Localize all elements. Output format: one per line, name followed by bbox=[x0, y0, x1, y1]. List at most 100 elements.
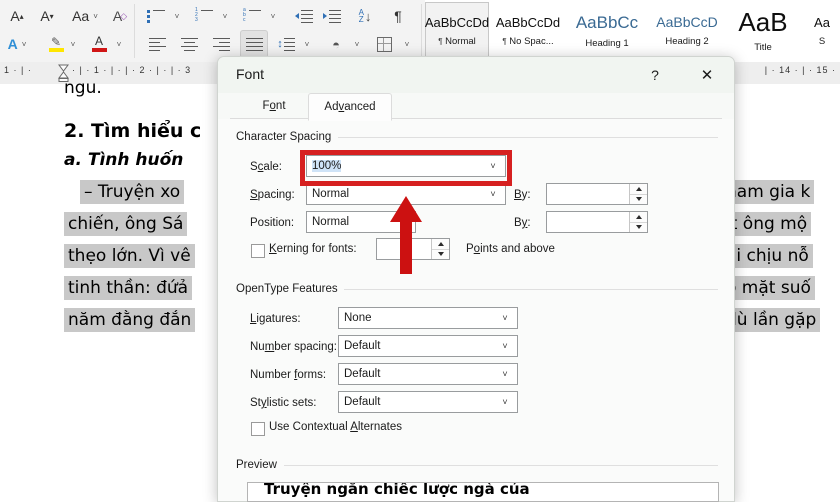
chevron-down-icon[interactable]: ˅ bbox=[493, 397, 517, 407]
dialog-title: Font bbox=[236, 66, 264, 82]
stepper-down-icon[interactable] bbox=[630, 223, 647, 233]
justify-icon[interactable] bbox=[240, 30, 268, 58]
shrink-font-icon[interactable]: A▾ bbox=[34, 3, 60, 29]
ligatures-label: Ligatures: bbox=[250, 313, 301, 325]
spacing-by-input[interactable] bbox=[546, 183, 648, 205]
doc-line-left: – Truyện xo bbox=[80, 180, 184, 204]
stylistic-sets-combo[interactable]: Default ˅ bbox=[338, 391, 518, 413]
position-value: Normal bbox=[307, 216, 391, 228]
kerning-suffix-label: Points and above bbox=[466, 243, 555, 255]
stepper-down-icon[interactable] bbox=[432, 250, 449, 260]
dialog-title-bar[interactable]: Font ? ✕ bbox=[218, 57, 734, 93]
kerning-input[interactable] bbox=[376, 238, 450, 260]
doc-line-right: dù lần gặp bbox=[722, 308, 820, 332]
stylistic-sets-value: Default bbox=[339, 396, 493, 408]
stepper-up-icon[interactable] bbox=[630, 212, 647, 223]
stepper-down-icon[interactable] bbox=[630, 195, 647, 205]
chevron-down-icon[interactable]: ˅ bbox=[493, 369, 517, 379]
ribbon-separator-1 bbox=[134, 4, 135, 58]
decrease-indent-icon[interactable] bbox=[292, 3, 316, 29]
contextual-alternates-checkbox[interactable] bbox=[251, 422, 265, 436]
ribbon-paragraph-group: ˅ 123 ˅ abc ˅ AZ ↓ ¶ bbox=[140, 0, 420, 62]
style-preview: AaB bbox=[738, 9, 787, 35]
word-window: A▴ A▾ Aa˅ A ◇ A ˅ ✎ ˅ A bbox=[0, 0, 840, 500]
ribbon: A▴ A▾ Aa˅ A ◇ A ˅ ✎ ˅ A bbox=[0, 0, 840, 63]
position-by-value bbox=[547, 216, 552, 228]
numbering-icon[interactable]: 123 bbox=[192, 3, 216, 29]
multilevel-list-chevron-icon[interactable]: ˅ bbox=[266, 3, 280, 29]
align-center-icon[interactable] bbox=[176, 31, 202, 57]
shading-chevron-icon[interactable]: ˅ bbox=[350, 31, 364, 57]
text-highlight-chevron-icon[interactable]: ˅ bbox=[66, 31, 80, 57]
numbering-chevron-icon[interactable]: ˅ bbox=[218, 3, 232, 29]
font-color-icon[interactable]: A bbox=[88, 31, 110, 57]
stepper-up-icon[interactable] bbox=[432, 239, 449, 250]
font-color-chevron-icon[interactable]: ˅ bbox=[112, 31, 126, 57]
change-case-icon[interactable]: Aa˅ bbox=[67, 3, 103, 29]
doc-line-left: chiến, ông Sá bbox=[64, 212, 187, 236]
kerning-checkbox[interactable] bbox=[251, 244, 265, 258]
borders-chevron-icon[interactable]: ˅ bbox=[400, 31, 414, 57]
stepper-up-icon[interactable] bbox=[630, 184, 647, 195]
position-by-stepper[interactable] bbox=[629, 212, 647, 232]
change-case-glyph: Aa bbox=[72, 9, 89, 23]
align-right-icon[interactable] bbox=[208, 31, 234, 57]
text-effects-icon[interactable]: A ˅ bbox=[4, 31, 30, 57]
doc-line-right: ải chịu nỗ bbox=[722, 244, 813, 268]
spacing-by-value bbox=[547, 188, 552, 200]
sort-icon[interactable]: AZ ↓ bbox=[352, 3, 378, 29]
chevron-down-icon[interactable]: ˅ bbox=[493, 313, 517, 323]
kerning-value bbox=[377, 243, 382, 255]
line-spacing-chevron-icon[interactable]: ˅ bbox=[300, 31, 314, 57]
style-tile-normal[interactable]: AaBbCcDd ¶ Normal bbox=[425, 2, 489, 60]
preview-box: Truyện ngắn chiếc lược ngà của bbox=[247, 482, 719, 502]
ligatures-combo[interactable]: None ˅ bbox=[338, 307, 518, 329]
ruler-right-marks: | · 14 · | · 15 · bbox=[765, 65, 836, 75]
ruler-left-marks: 1 · | · bbox=[4, 65, 32, 75]
bullets-icon[interactable] bbox=[144, 3, 168, 29]
bullets-chevron-icon[interactable]: ˅ bbox=[170, 3, 184, 29]
shading-icon[interactable]: ◓ bbox=[324, 31, 348, 57]
font-dialog: Font ? ✕ Font Advanced Character Spacing… bbox=[217, 56, 735, 502]
chevron-down-icon[interactable]: ˅ bbox=[481, 189, 505, 199]
help-button[interactable]: ? bbox=[638, 63, 672, 87]
multilevel-list-icon[interactable]: abc bbox=[240, 3, 264, 29]
tab-font[interactable]: Font bbox=[246, 93, 302, 119]
style-tile-no-spacing[interactable]: AaBbCcDd ¶ No Spac... bbox=[489, 2, 567, 60]
style-preview: AaBbCcDd bbox=[425, 16, 489, 29]
chevron-down-icon[interactable]: ˅ bbox=[493, 341, 517, 351]
scale-combo[interactable]: 100% ˅ bbox=[306, 155, 506, 177]
style-tile-title[interactable]: AaB Title bbox=[727, 2, 799, 60]
character-spacing-rule bbox=[338, 137, 718, 138]
borders-icon[interactable] bbox=[372, 31, 396, 57]
chevron-down-icon[interactable]: ˅ bbox=[391, 217, 415, 227]
increase-indent-icon[interactable] bbox=[320, 3, 344, 29]
grow-font-icon[interactable]: A▴ bbox=[4, 3, 30, 29]
style-tile-heading-1[interactable]: AaBbCc Heading 1 bbox=[567, 2, 647, 60]
doc-line-right: o mặt suố bbox=[722, 276, 815, 300]
doc-line-right: ít ông mộ bbox=[722, 212, 811, 236]
position-combo[interactable]: Normal ˅ bbox=[306, 211, 416, 233]
preview-group-label: Preview bbox=[236, 459, 283, 471]
kerning-stepper[interactable] bbox=[431, 239, 449, 259]
number-forms-combo[interactable]: Default ˅ bbox=[338, 363, 518, 385]
style-tile-subtitle[interactable]: Aa S bbox=[801, 2, 840, 60]
position-by-input[interactable] bbox=[546, 211, 648, 233]
style-preview: AaBbCc bbox=[576, 14, 638, 31]
line-spacing-icon[interactable]: ↕ bbox=[274, 31, 298, 57]
dialog-body: Character Spacing Scale: 100% ˅ Spacing:… bbox=[218, 119, 734, 501]
chevron-down-icon[interactable]: ˅ bbox=[481, 161, 505, 171]
align-left-icon[interactable] bbox=[144, 31, 170, 57]
ruler-left-marks-2: · | · 1 · | · | · 2 · | · | · 3 bbox=[72, 65, 191, 75]
clear-formatting-icon[interactable]: A ◇ bbox=[108, 3, 132, 29]
close-icon[interactable]: ✕ bbox=[690, 63, 724, 87]
style-tile-heading-2[interactable]: AaBbCcD Heading 2 bbox=[647, 2, 727, 60]
tab-advanced[interactable]: Advanced bbox=[308, 93, 392, 121]
show-paragraph-marks-icon[interactable]: ¶ bbox=[386, 3, 410, 29]
style-preview: AaBbCcDd bbox=[496, 16, 560, 29]
spacing-combo[interactable]: Normal ˅ bbox=[306, 183, 506, 205]
spacing-by-stepper[interactable] bbox=[629, 184, 647, 204]
preview-text: Truyện ngắn chiếc lược ngà của bbox=[264, 482, 530, 498]
number-spacing-combo[interactable]: Default ˅ bbox=[338, 335, 518, 357]
doc-line-left: tinh thần: đứả bbox=[64, 276, 192, 300]
